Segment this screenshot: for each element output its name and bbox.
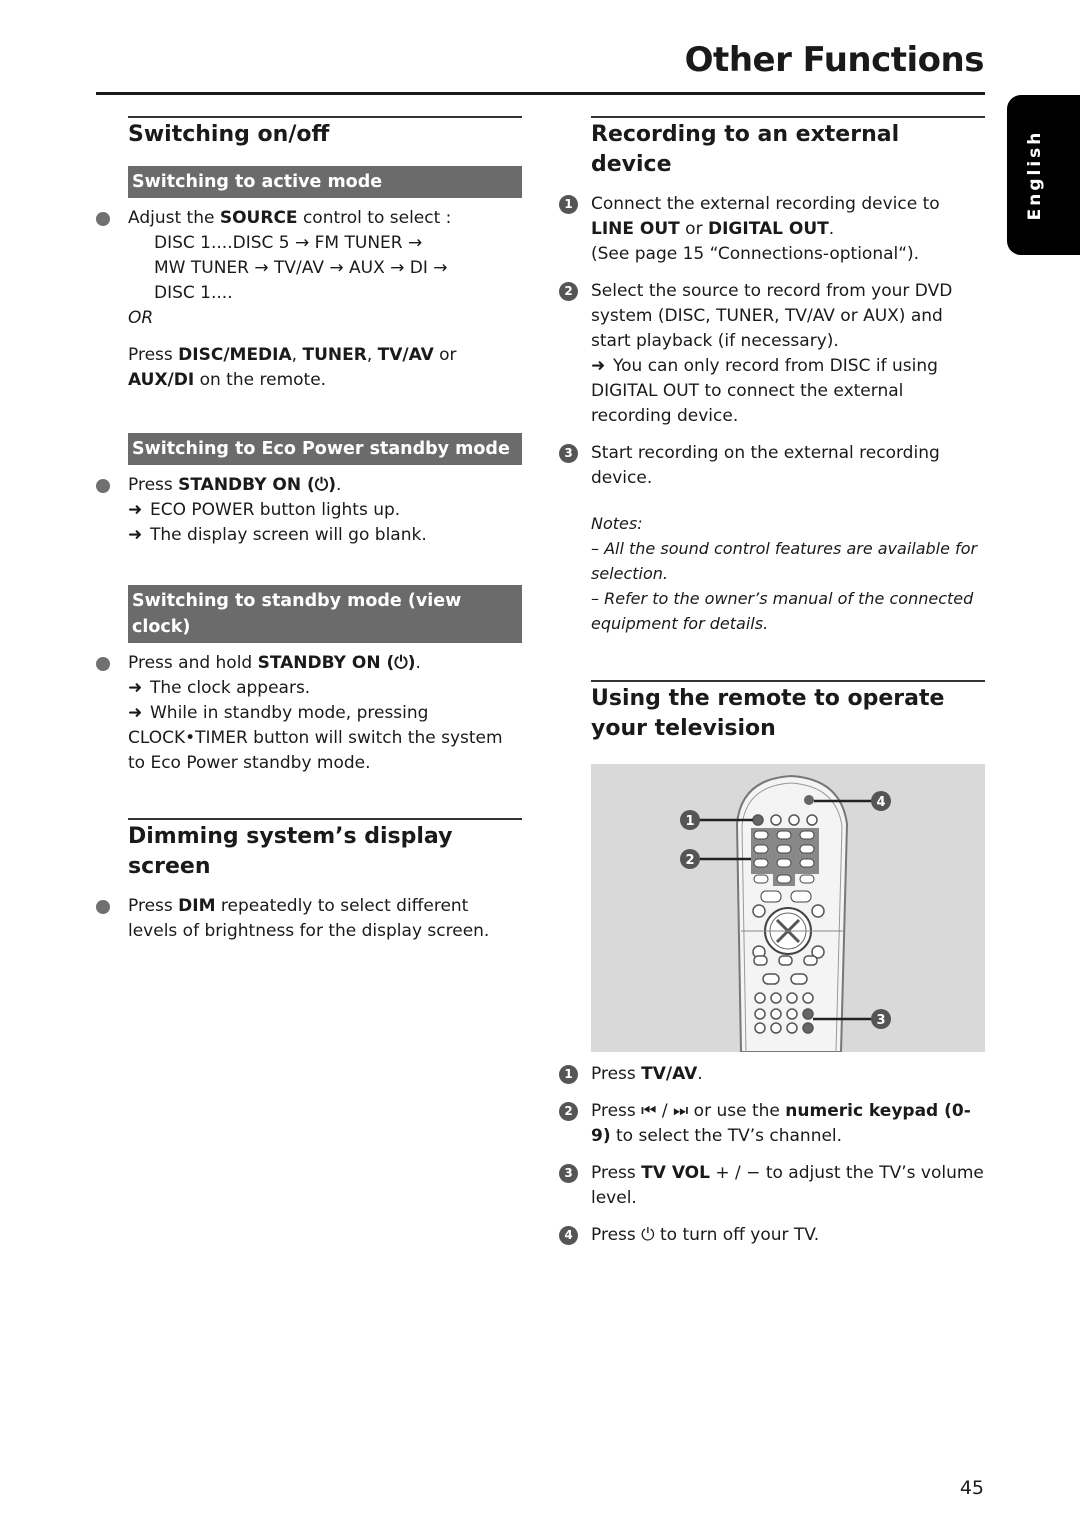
remote-step-4: 4 Press ⏻ to turn off your TV. bbox=[559, 1223, 985, 1248]
page-number: 45 bbox=[959, 1477, 984, 1499]
arrow-icon: ➜ bbox=[591, 356, 606, 376]
right-column: Recording to an external device 1 Connec… bbox=[559, 116, 985, 1248]
step-number-icon: 3 bbox=[559, 1164, 578, 1183]
remote-step-3: 3 Press TV VOL + / − to adjust the TV’s … bbox=[559, 1161, 985, 1211]
bullet-icon bbox=[96, 212, 110, 226]
power-button-icon bbox=[804, 795, 814, 805]
step-number-icon: 2 bbox=[559, 1102, 578, 1121]
page-title: Other Functions bbox=[684, 40, 985, 80]
step-number-icon: 1 bbox=[559, 1065, 578, 1084]
step-number-icon: 1 bbox=[559, 195, 578, 214]
section-title-switching: Switching on/off bbox=[128, 116, 522, 150]
language-label: English bbox=[1025, 129, 1045, 221]
callout-3: 3 bbox=[876, 1013, 885, 1028]
subhead-active-mode: Switching to active mode bbox=[128, 166, 522, 198]
callout-1: 1 bbox=[685, 814, 694, 829]
bullet-icon bbox=[96, 657, 110, 671]
arrow-icon: ➜ bbox=[128, 500, 143, 520]
subhead-eco-power: Switching to Eco Power standby mode bbox=[128, 433, 522, 465]
callout-2: 2 bbox=[685, 853, 694, 868]
recording-step-2: 2 Select the source to record from your … bbox=[559, 279, 985, 429]
subhead-standby-clock: Switching to standby mode (view clock) bbox=[128, 585, 522, 643]
remote-illustration: 1 2 3 4 bbox=[591, 764, 985, 1053]
source-sequence: DISC 1....DISC 5 → FM TUNER → MW TUNER →… bbox=[154, 233, 448, 303]
active-mode-instruction: Adjust the SOURCE control to select : DI… bbox=[96, 206, 522, 331]
eco-power-instruction: Press STANDBY ON (⏻). ➜ ECO POWER button … bbox=[96, 473, 522, 548]
section-title-remote-tv: Using the remote to operate your televis… bbox=[591, 680, 985, 744]
remote-step-2: 2 Press ⏮ / ⏭ or use the numeric keypad … bbox=[559, 1099, 985, 1149]
step-number-icon: 3 bbox=[559, 444, 578, 463]
arrow-icon: ➜ bbox=[128, 525, 143, 545]
remote-step-1: 1 Press TV/AV. bbox=[559, 1062, 985, 1087]
callout-4: 4 bbox=[876, 795, 885, 810]
language-tab: English bbox=[1007, 95, 1080, 255]
left-column: Switching on/off Switching to active mod… bbox=[96, 116, 522, 944]
step-number-icon: 2 bbox=[559, 282, 578, 301]
arrow-icon: ➜ bbox=[128, 703, 143, 723]
step-number-icon: 4 bbox=[559, 1226, 578, 1245]
remote-control-image: 1 2 3 4 bbox=[680, 774, 891, 1053]
notes: Notes: – All the sound control features … bbox=[591, 514, 978, 633]
standby-instruction: Press and hold STANDBY ON (⏻). ➜ The cloc… bbox=[96, 651, 522, 776]
or-label: OR bbox=[128, 308, 154, 328]
dimming-instruction: Press DIM repeatedly to select different… bbox=[96, 894, 522, 944]
section-title-recording: Recording to an external device bbox=[591, 116, 985, 180]
recording-step-3: 3 Start recording on the external record… bbox=[559, 441, 985, 491]
remote-press-instruction: Press DISC/MEDIA, TUNER, TV/AV or AUX/DI… bbox=[128, 345, 457, 390]
section-title-dimming: Dimming system’s display screen bbox=[128, 818, 522, 882]
title-rule bbox=[96, 92, 985, 95]
arrow-icon: ➜ bbox=[128, 678, 143, 698]
recording-step-1: 1 Connect the external recording device … bbox=[559, 192, 985, 267]
bullet-icon bbox=[96, 900, 110, 914]
bullet-icon bbox=[96, 479, 110, 493]
